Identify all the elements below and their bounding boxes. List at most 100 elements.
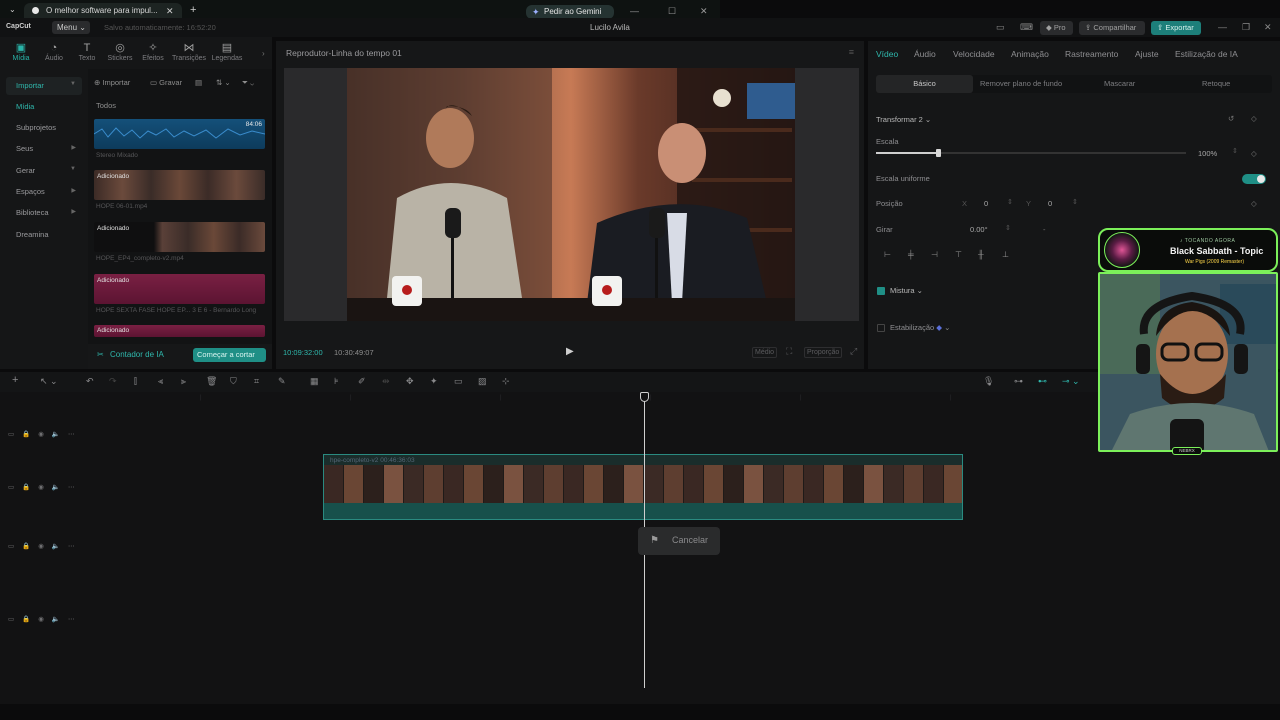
microphone-icon[interactable]: 🎙 — [983, 376, 994, 387]
tool-captions[interactable]: ▤ Legendas — [210, 42, 244, 62]
scale-stepper-icon[interactable]: ⇕ — [1232, 147, 1238, 155]
magnet-icon[interactable]: ⊷ — [1038, 376, 1047, 387]
ratio-select[interactable]: Proporção — [804, 347, 843, 358]
tool-stickers[interactable]: ◎ Stickers — [103, 42, 137, 62]
track-type-icon[interactable]: ▭ — [8, 431, 14, 438]
speaker-icon[interactable]: 🔈 — [52, 543, 60, 550]
new-tab-icon[interactable]: + — [190, 4, 196, 16]
media-clip[interactable]: Adicionado — [94, 222, 265, 252]
ai-tool-icon[interactable]: ✎ — [278, 376, 286, 387]
tool-effects[interactable]: ✧ Efeitos — [136, 42, 170, 62]
sort-icon[interactable]: ⇅ ⌄ — [216, 78, 231, 87]
tools-scroll-icon[interactable]: › — [262, 49, 265, 58]
browser-tab[interactable]: O melhor software para impul... — [24, 3, 182, 18]
eye-icon[interactable]: ◉ — [38, 616, 44, 623]
marker-icon[interactable]: ⛉ — [230, 376, 237, 387]
stabilization-checkbox[interactable] — [877, 324, 885, 332]
pos-y-value[interactable]: 0 — [1048, 199, 1052, 208]
track-type-icon[interactable]: ▭ — [8, 543, 14, 550]
filter-icon[interactable]: ⏷ ⌄ — [242, 78, 254, 88]
freeze-icon[interactable]: ▦ — [310, 376, 319, 387]
import-button[interactable]: ⊕ Importar — [94, 78, 130, 87]
maximize-icon[interactable]: ☐ — [668, 6, 676, 17]
keyframe-icon[interactable]: ◇ — [1251, 199, 1257, 208]
fit-icon[interactable]: ⛶ — [784, 345, 794, 358]
lock-icon[interactable]: 🔒 — [22, 431, 30, 438]
cancel-button[interactable]: ⚑ Cancelar — [638, 527, 720, 555]
nav-subprojects[interactable]: Subprojetos — [6, 119, 82, 137]
align-bottom-icon[interactable]: ⊥ — [1002, 250, 1009, 259]
tab-video[interactable]: Vídeo — [876, 49, 898, 59]
enhance-icon[interactable]: ✥ — [406, 376, 414, 387]
crop-icon[interactable]: ⌗ — [254, 376, 259, 387]
restore-icon[interactable]: ❐ — [1242, 22, 1250, 33]
tool-media[interactable]: ▣ Mídia — [4, 42, 38, 62]
minimize-icon[interactable]: — — [630, 6, 639, 16]
mix-checkbox[interactable] — [877, 287, 885, 295]
record-button[interactable]: ▭ Gravar — [150, 78, 182, 87]
pos-x-stepper-icon[interactable]: ⇕ — [1007, 198, 1013, 206]
scale-slider-thumb[interactable] — [936, 149, 941, 157]
image-icon[interactable]: ▨ — [478, 376, 487, 387]
scale-value[interactable]: 100% — [1198, 149, 1217, 158]
keyframe-icon[interactable]: ◇ — [1251, 114, 1257, 123]
align-right-icon[interactable]: ⊣ — [931, 250, 938, 259]
reset-icon[interactable]: ↺ — [1228, 114, 1234, 123]
scale-slider[interactable] — [876, 149, 1186, 157]
nav-library[interactable]: Biblioteca ▶ — [6, 204, 82, 222]
subtab-basic[interactable]: Básico — [876, 75, 973, 93]
pro-badge[interactable]: ◆ Pro — [1040, 21, 1073, 35]
shortcuts-icon[interactable]: ⌨ — [1020, 22, 1033, 33]
more-icon[interactable]: ⋯ — [68, 431, 75, 438]
minimize-icon[interactable]: — — [1218, 22, 1227, 32]
undo-icon[interactable]: ↶ — [86, 376, 94, 387]
layout-icon[interactable]: ▭ — [996, 22, 1005, 33]
player-preview[interactable] — [284, 68, 859, 321]
tab-speed[interactable]: Velocidade — [953, 49, 995, 59]
more-icon[interactable]: ⋯ — [68, 484, 75, 491]
lock-icon[interactable]: 🔒 — [22, 543, 30, 550]
delete-icon[interactable]: 🗑 — [206, 376, 217, 387]
eye-icon[interactable]: ◉ — [38, 484, 44, 491]
playhead-handle[interactable] — [640, 392, 649, 402]
track-type-icon[interactable]: ▭ — [8, 484, 14, 491]
speed-ramp-icon[interactable]: ⊹ — [502, 376, 510, 387]
export-button[interactable]: ⇧ Exportar — [1151, 21, 1201, 35]
track-type-icon[interactable]: ▭ — [8, 616, 14, 623]
trim-icon[interactable]: ⊧ — [334, 376, 339, 387]
tool-text[interactable]: T Texto — [70, 42, 104, 62]
timeline-video-clip[interactable]: hpe-completo-v2 00:46:36:03 — [323, 454, 963, 520]
play-button[interactable]: ▶ — [566, 346, 574, 357]
quality-select[interactable]: Médio — [752, 347, 778, 358]
magic-icon[interactable]: ✦ — [430, 376, 438, 387]
align-top-icon[interactable]: ⊤ — [955, 250, 962, 259]
more-icon[interactable]: ⋯ — [68, 616, 75, 623]
uniform-scale-toggle[interactable] — [1242, 174, 1266, 184]
more-icon[interactable]: ⋯ — [68, 543, 75, 550]
start-cut-button[interactable]: Começar a cortar — [193, 348, 266, 362]
align-left-icon[interactable]: ⊢ — [884, 250, 891, 259]
speaker-icon[interactable]: 🔈 — [52, 431, 60, 438]
align-center-h-icon[interactable]: ╪ — [908, 250, 914, 259]
tab-adjust[interactable]: Ajuste — [1135, 49, 1159, 59]
view-icon[interactable]: ▤ — [195, 78, 202, 87]
lock-icon[interactable]: 🔒 — [22, 616, 30, 623]
keyframe-icon[interactable]: ◇ — [1251, 149, 1257, 158]
media-clip[interactable]: 84:06 — [94, 119, 265, 149]
pos-x-value[interactable]: 0 — [984, 199, 988, 208]
caption-track-icon[interactable]: ▭ — [454, 376, 463, 387]
player-menu-icon[interactable]: ≡ — [849, 47, 854, 57]
speaker-icon[interactable]: 🔈 — [52, 484, 60, 491]
rotate-stepper-icon[interactable]: ⇕ — [1005, 224, 1011, 232]
preview-axis-icon[interactable]: ⊸ ⌄ — [1062, 376, 1080, 387]
fullscreen-icon[interactable]: ⤢ — [848, 345, 859, 358]
nav-yours[interactable]: Seus ▶ — [6, 140, 82, 158]
nav-media[interactable]: Mídia — [6, 98, 82, 116]
split-right-icon[interactable]: ⫸ — [181, 376, 186, 387]
media-clip[interactable]: Adicionado — [94, 170, 265, 200]
split-icon[interactable]: ⫿ — [134, 376, 137, 387]
tab-animation[interactable]: Animação — [1011, 49, 1049, 59]
nav-import[interactable]: Importar ▼ — [6, 77, 82, 95]
select-tool-icon[interactable]: ↖ ⌄ — [40, 376, 58, 387]
eye-icon[interactable]: ◉ — [38, 431, 44, 438]
